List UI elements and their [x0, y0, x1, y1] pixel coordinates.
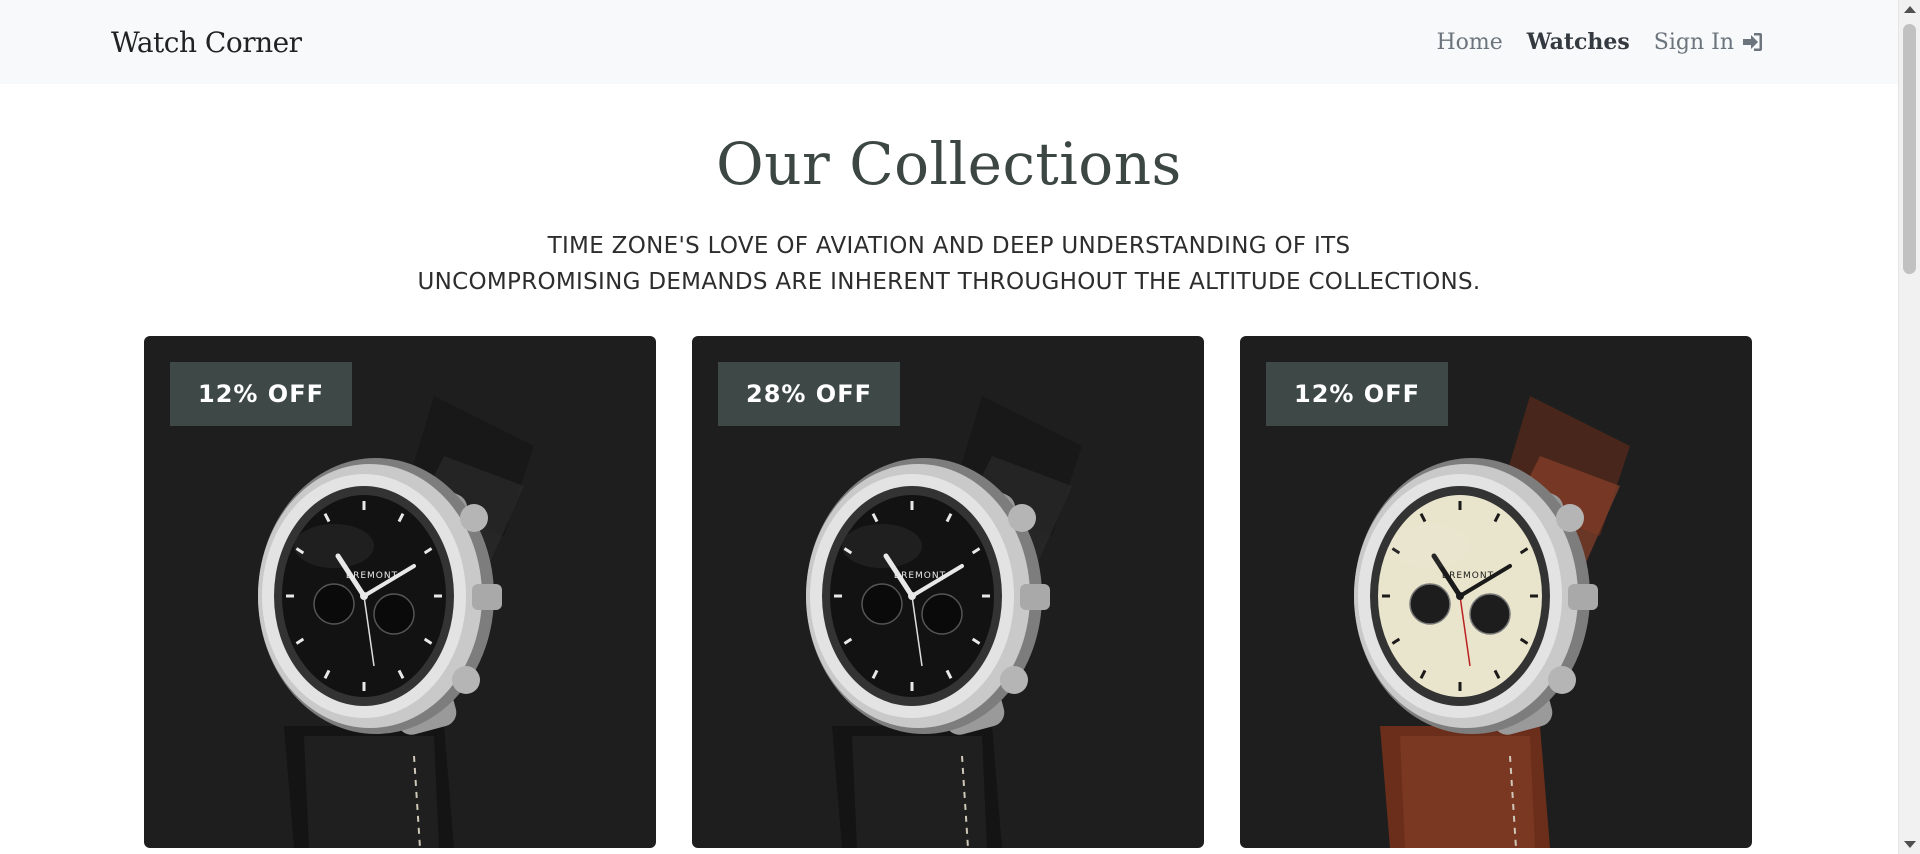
nav-links: Home Watches Sign In	[1424, 29, 1776, 55]
brand-logo[interactable]: Watch Corner	[111, 26, 302, 59]
page-title: Our Collections	[716, 130, 1182, 198]
discount-badge: 28% OFF	[718, 362, 900, 426]
subtitle-line-2: UNCOMPROMISING DEMANDS ARE INHERENT THRO…	[417, 269, 1481, 295]
product-card[interactable]: 28% OFF BREMONT	[692, 336, 1204, 848]
product-grid: 12% OFF BREMONT 28% OFF BREMONT 12% OFF …	[144, 336, 1752, 848]
svg-text:BREMONT: BREMONT	[346, 571, 398, 581]
nav-home[interactable]: Home	[1424, 30, 1514, 55]
navbar: Watch Corner Home Watches Sign In	[0, 0, 1898, 84]
scroll-down-arrow-icon[interactable]	[1904, 841, 1916, 848]
nav-sign-in[interactable]: Sign In	[1642, 30, 1776, 55]
nav-sign-in-label: Sign In	[1653, 29, 1734, 55]
page-subtitle: TIME ZONE'S LOVE OF AVIATION AND DEEP UN…	[0, 228, 1898, 300]
svg-text:BREMONT: BREMONT	[1442, 571, 1494, 581]
vertical-scrollbar[interactable]	[1898, 0, 1920, 854]
product-card[interactable]: 12% OFF BREMONT	[1240, 336, 1752, 848]
subtitle-line-1: TIME ZONE'S LOVE OF AVIATION AND DEEP UN…	[547, 233, 1351, 259]
product-card[interactable]: 12% OFF BREMONT	[144, 336, 656, 848]
scroll-thumb[interactable]	[1903, 24, 1916, 274]
scroll-up-arrow-icon[interactable]	[1904, 6, 1916, 13]
svg-text:BREMONT: BREMONT	[894, 571, 946, 581]
discount-badge: 12% OFF	[1266, 362, 1448, 426]
discount-badge: 12% OFF	[170, 362, 352, 426]
nav-watches[interactable]: Watches	[1515, 29, 1642, 55]
page: Watch Corner Home Watches Sign In Our Co…	[0, 0, 1920, 854]
sign-in-icon	[1743, 33, 1762, 51]
